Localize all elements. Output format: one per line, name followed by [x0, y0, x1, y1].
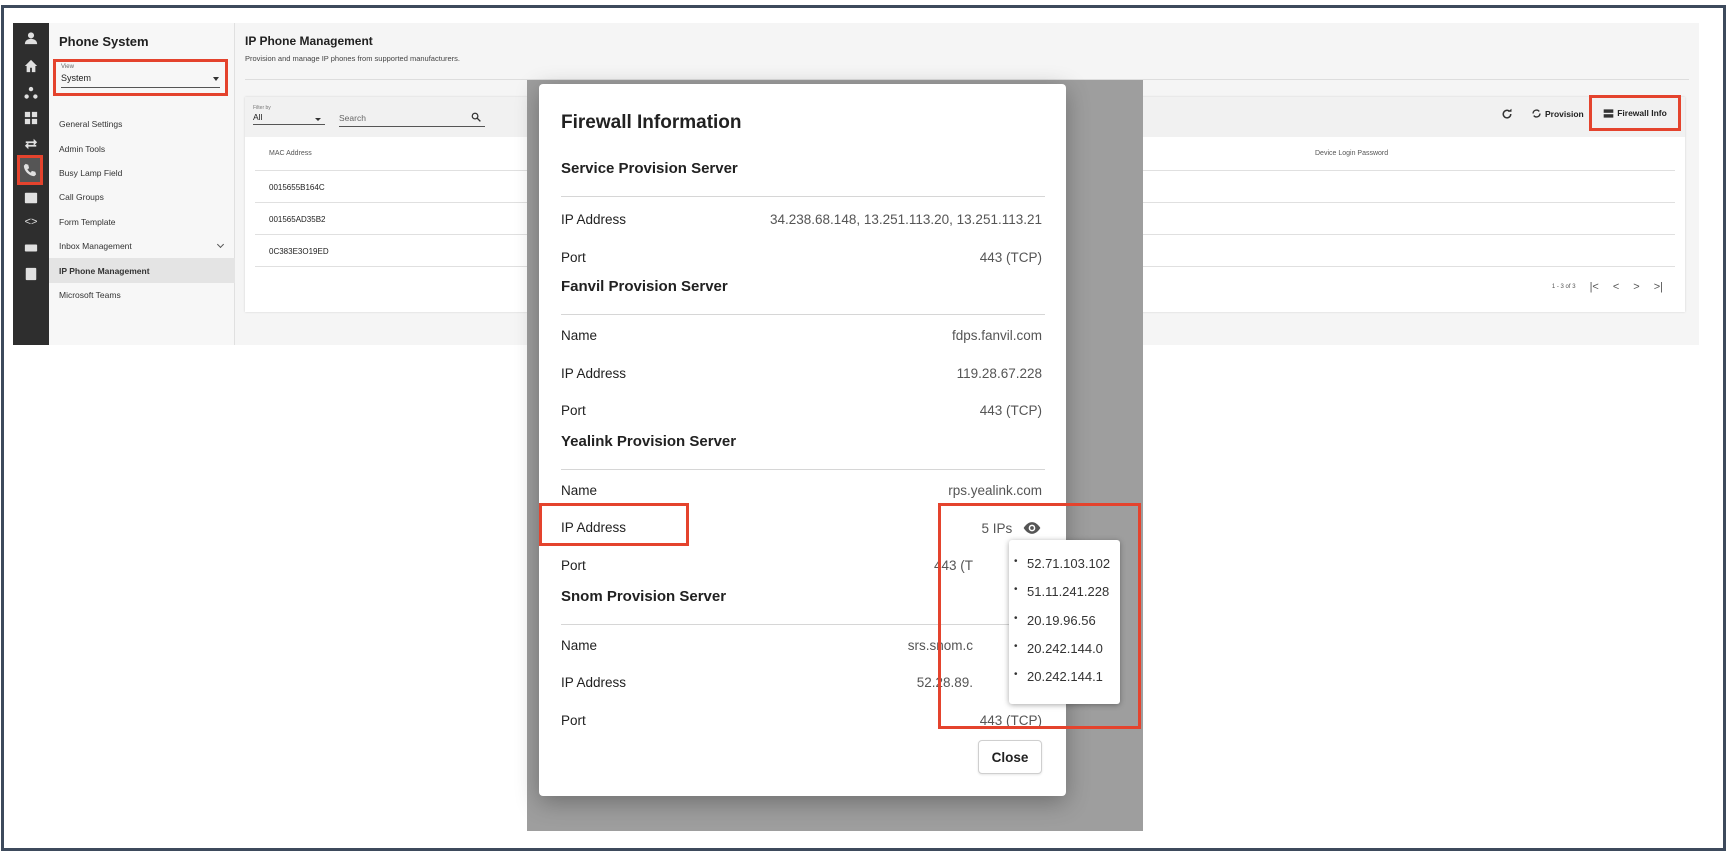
next-page-icon[interactable]: >	[1633, 281, 1639, 293]
info-row: Port 443 (TCP)	[561, 403, 1045, 423]
col-device-login-password[interactable]: Device Login Password	[1315, 150, 1388, 157]
refresh-icon[interactable]	[1501, 108, 1513, 120]
fax-icon[interactable]	[20, 187, 42, 209]
highlight-ip-address-label	[539, 503, 689, 546]
col-mac-address[interactable]: MAC Address	[269, 150, 312, 157]
row-value: 443 (TCP)	[979, 403, 1042, 418]
row-key: IP Address	[561, 212, 627, 227]
row-value: 119.28.67.228	[956, 366, 1042, 381]
info-row: IP Address 34.238.68.148, 13.251.113.20,…	[561, 212, 1045, 232]
server-icon	[1603, 108, 1614, 118]
person-icon[interactable]	[20, 27, 42, 49]
sip-icon[interactable]	[20, 237, 42, 259]
view-select[interactable]: View System	[53, 59, 228, 96]
sync-icon	[1532, 109, 1541, 118]
mac-address-cell: 001565AD35B2	[269, 215, 326, 224]
row-key: Name	[561, 328, 598, 343]
row-key: Port	[561, 713, 586, 728]
home-icon[interactable]	[20, 55, 42, 77]
row-key: Port	[561, 403, 586, 418]
row-key: Name	[561, 638, 598, 653]
mac-address-cell: 0C383E3O19ED	[269, 247, 329, 256]
search-placeholder: Search	[339, 113, 366, 123]
firewall-info-button[interactable]: Firewall Info	[1589, 95, 1681, 131]
provision-label: Provision	[1545, 108, 1584, 119]
filter-label: Filter by	[253, 105, 271, 111]
icon-rail: <>	[13, 23, 49, 345]
phone-icon[interactable]	[17, 155, 43, 185]
nav-item-call-groups[interactable]: Call Groups	[49, 185, 235, 209]
section-title: Service Provision Server	[561, 160, 738, 177]
nav-item-ip-phone-management[interactable]: IP Phone Management	[49, 258, 235, 283]
chevron-down-icon	[216, 240, 225, 248]
filter-select[interactable]: Filter by All	[253, 105, 325, 125]
nav-item-busy-lamp-field[interactable]: Busy Lamp Field	[49, 161, 235, 185]
row-key: Port	[561, 250, 586, 265]
row-key: Port	[561, 558, 586, 573]
info-row: Name fdps.fanvil.com	[561, 328, 1045, 348]
dropdown-caret-icon	[213, 77, 219, 81]
last-page-icon[interactable]: >|	[1654, 281, 1663, 293]
nav-list: General Settings Admin Tools Busy Lamp F…	[49, 112, 235, 307]
dialog-title: Firewall Information	[561, 112, 742, 133]
page-title: IP Phone Management	[245, 34, 373, 48]
mac-address-cell: 0015655B164C	[269, 183, 325, 192]
row-value: fdps.fanvil.com	[951, 328, 1042, 343]
row-value: rps.yealink.com	[948, 483, 1042, 498]
nav-item-admin-tools[interactable]: Admin Tools	[49, 136, 235, 160]
nav-item-general-settings[interactable]: General Settings	[49, 112, 235, 136]
nav-item-form-template[interactable]: Form Template	[49, 210, 235, 234]
info-row: IP Address 119.28.67.228	[561, 366, 1045, 386]
side-nav: Phone System View System General Setting…	[49, 23, 235, 345]
pagination: 1 - 3 of 3 |< < > >|	[1552, 281, 1663, 293]
org-icon[interactable]	[20, 82, 42, 104]
close-button[interactable]: Close	[978, 740, 1042, 774]
pagination-count: 1 - 3 of 3	[1551, 284, 1576, 290]
search-input[interactable]: Search	[339, 112, 485, 127]
dropdown-caret-icon	[315, 118, 321, 121]
row-key: IP Address	[561, 366, 627, 381]
row-key: Name	[561, 483, 598, 498]
search-icon	[471, 112, 481, 122]
contact-icon[interactable]	[20, 263, 42, 285]
row-value: 34.238.68.148, 13.251.113.20, 13.251.113…	[770, 212, 1042, 227]
section-title: Fanvil Provision Server	[561, 278, 728, 295]
info-row: Name rps.yealink.com	[561, 483, 1045, 503]
provision-button[interactable]: Provision	[1531, 108, 1584, 119]
first-page-icon[interactable]: |<	[1590, 281, 1599, 293]
nav-item-microsoft-teams[interactable]: Microsoft Teams	[49, 283, 235, 307]
transfer-icon[interactable]	[20, 133, 42, 155]
row-key: IP Address	[561, 675, 627, 690]
info-row: Port 443 (TCP)	[561, 250, 1045, 270]
page-subtitle: Provision and manage IP phones from supp…	[245, 54, 460, 63]
dashboard-icon[interactable]	[20, 107, 42, 129]
prev-page-icon[interactable]: <	[1613, 281, 1619, 293]
view-select-label: View	[61, 64, 74, 70]
nav-item-label: Inbox Management	[59, 241, 132, 252]
highlight-ip-list	[938, 503, 1141, 729]
sidenav-title: Phone System	[59, 34, 149, 49]
section-title: Snom Provision Server	[561, 588, 727, 605]
section-title: Yealink Provision Server	[561, 433, 737, 450]
firewall-info-label: Firewall Info	[1617, 108, 1667, 118]
row-value: 443 (TCP)	[979, 250, 1042, 265]
view-select-value: System	[61, 73, 92, 83]
code-icon[interactable]: <>	[20, 211, 42, 233]
nav-item-inbox-management[interactable]: Inbox Management	[49, 234, 235, 258]
